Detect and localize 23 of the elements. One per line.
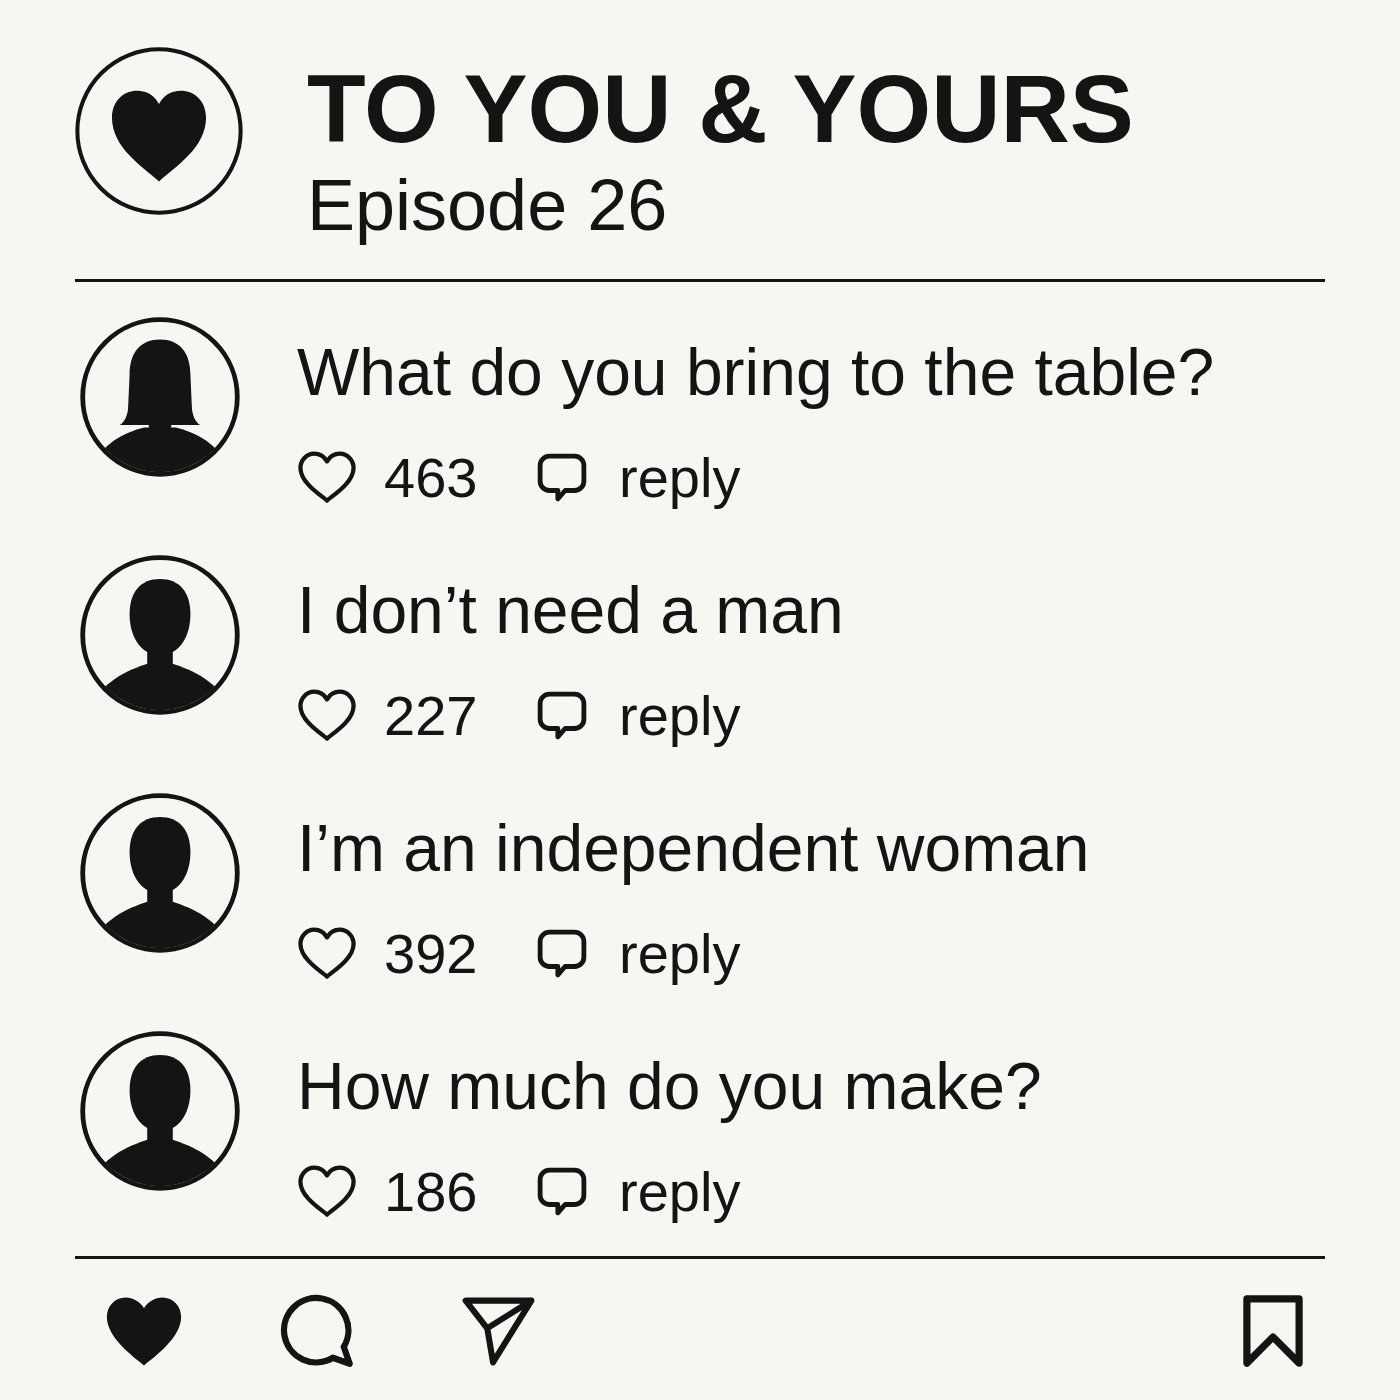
like-button[interactable]: 392	[297, 926, 478, 982]
heart-icon	[297, 689, 357, 743]
like-button[interactable]: 186	[297, 1164, 478, 1220]
paper-plane-icon[interactable]	[462, 1296, 535, 1366]
heart-logo-icon	[75, 47, 243, 215]
heart-icon[interactable]	[105, 1295, 183, 1367]
avatar-silhouette-icon	[80, 317, 240, 477]
comment-text: I don’t need a man	[297, 577, 844, 643]
heart-icon	[297, 451, 357, 505]
like-button[interactable]: 463	[297, 450, 478, 506]
speech-bubble-icon	[537, 1167, 587, 1217]
like-button[interactable]: 227	[297, 688, 478, 744]
avatar-silhouette-icon	[80, 1031, 240, 1191]
speech-bubble-icon	[537, 691, 587, 741]
avatar-silhouette-icon	[80, 793, 240, 953]
heart-icon	[297, 927, 357, 981]
speech-bubble-icon	[537, 453, 587, 503]
avatar-silhouette-icon	[80, 555, 240, 715]
comment-icon[interactable]	[280, 1293, 355, 1369]
speech-bubble-icon	[537, 929, 587, 979]
show-title: TO YOU & YOURS	[307, 61, 1134, 157]
heart-icon	[297, 1165, 357, 1219]
bookmark-icon[interactable]	[1243, 1295, 1303, 1367]
